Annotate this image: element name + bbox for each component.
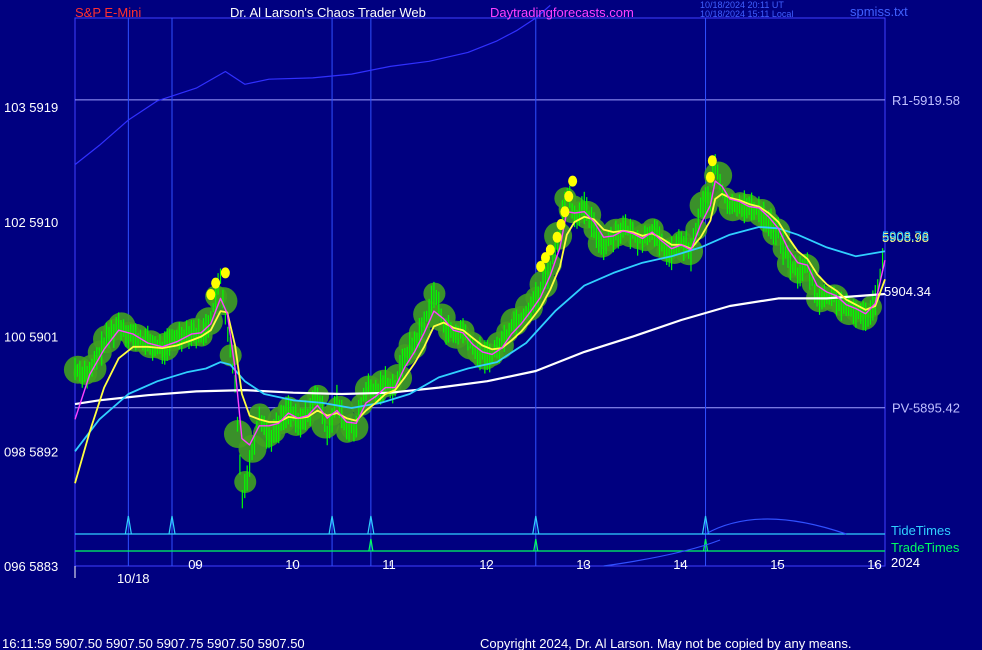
x-tick-label: 14 [673, 557, 687, 572]
y-tick-label: 103 5919 [4, 100, 58, 115]
signal-dot [707, 155, 717, 167]
series-line-envelope [74, 4, 551, 166]
signal-dot [206, 289, 216, 301]
y-axis: 103 5919 102 5910 100 5901 098 5892 096 5883 [4, 100, 58, 574]
date-label: 10/18 [117, 571, 150, 586]
tide-wave [705, 518, 847, 535]
signal-dot [564, 190, 574, 202]
tide-times-label: TideTimes [891, 523, 951, 538]
y-tick-label: 096 5883 [4, 559, 58, 574]
signal-dot [552, 231, 562, 243]
symbol-title: S&P E-Mini [75, 5, 141, 20]
timestamp-local: 10/18/2024 15:11 Local [700, 9, 793, 19]
signal-dot [211, 277, 221, 289]
signal-dot [556, 218, 566, 230]
y-tick-label: 100 5901 [4, 330, 58, 345]
x-tick-label: 15 [770, 557, 784, 572]
site-link[interactable]: Daytradingforecasts.com [490, 5, 634, 20]
y-tick-label: 098 5892 [4, 444, 58, 459]
x-tick-label: 12 [479, 557, 493, 572]
signal-dot [568, 175, 578, 187]
x-tick-label: 13 [576, 557, 590, 572]
source-file: spmiss.txt [850, 4, 908, 19]
signal-dot [545, 244, 555, 256]
x-tick-label: 10 [285, 557, 299, 572]
y-tick-label: 102 5910 [4, 215, 58, 230]
footer-quote: 16:11:59 5907.50 5907.50 5907.75 5907.50… [2, 636, 305, 650]
x-tick-label: 09 [188, 557, 202, 572]
x-tick-label: 16 [867, 557, 881, 572]
signal-dot [705, 171, 715, 183]
indicator-lines [74, 4, 886, 484]
last-value-label: 5908.76 [882, 229, 929, 244]
trade-times-label: TradeTimes [891, 540, 960, 555]
signal-dot [220, 267, 230, 279]
level-label-r1: R1-5919.58 [892, 93, 960, 108]
chart-title: Dr. Al Larson's Chaos Trader Web [230, 5, 426, 20]
year-label: 2024 [891, 555, 920, 570]
x-tick-label: 11 [382, 557, 396, 572]
last-value-label: 5904.34 [884, 284, 931, 299]
level-label-pv: PV-5895.42 [892, 401, 960, 416]
x-axis: 09 10 11 12 13 14 15 16 [74, 557, 882, 578]
last-values: 5908.985908.765904.34 [882, 229, 931, 299]
tide-wave-secondary [603, 539, 721, 567]
footer-copyright: Copyright 2024, Dr. Al Larson. May not b… [480, 636, 851, 650]
price-chart: R1-5919.58PV-5895.42 103 5919102 5910100… [2, 0, 960, 650]
signal-dot [560, 206, 570, 218]
